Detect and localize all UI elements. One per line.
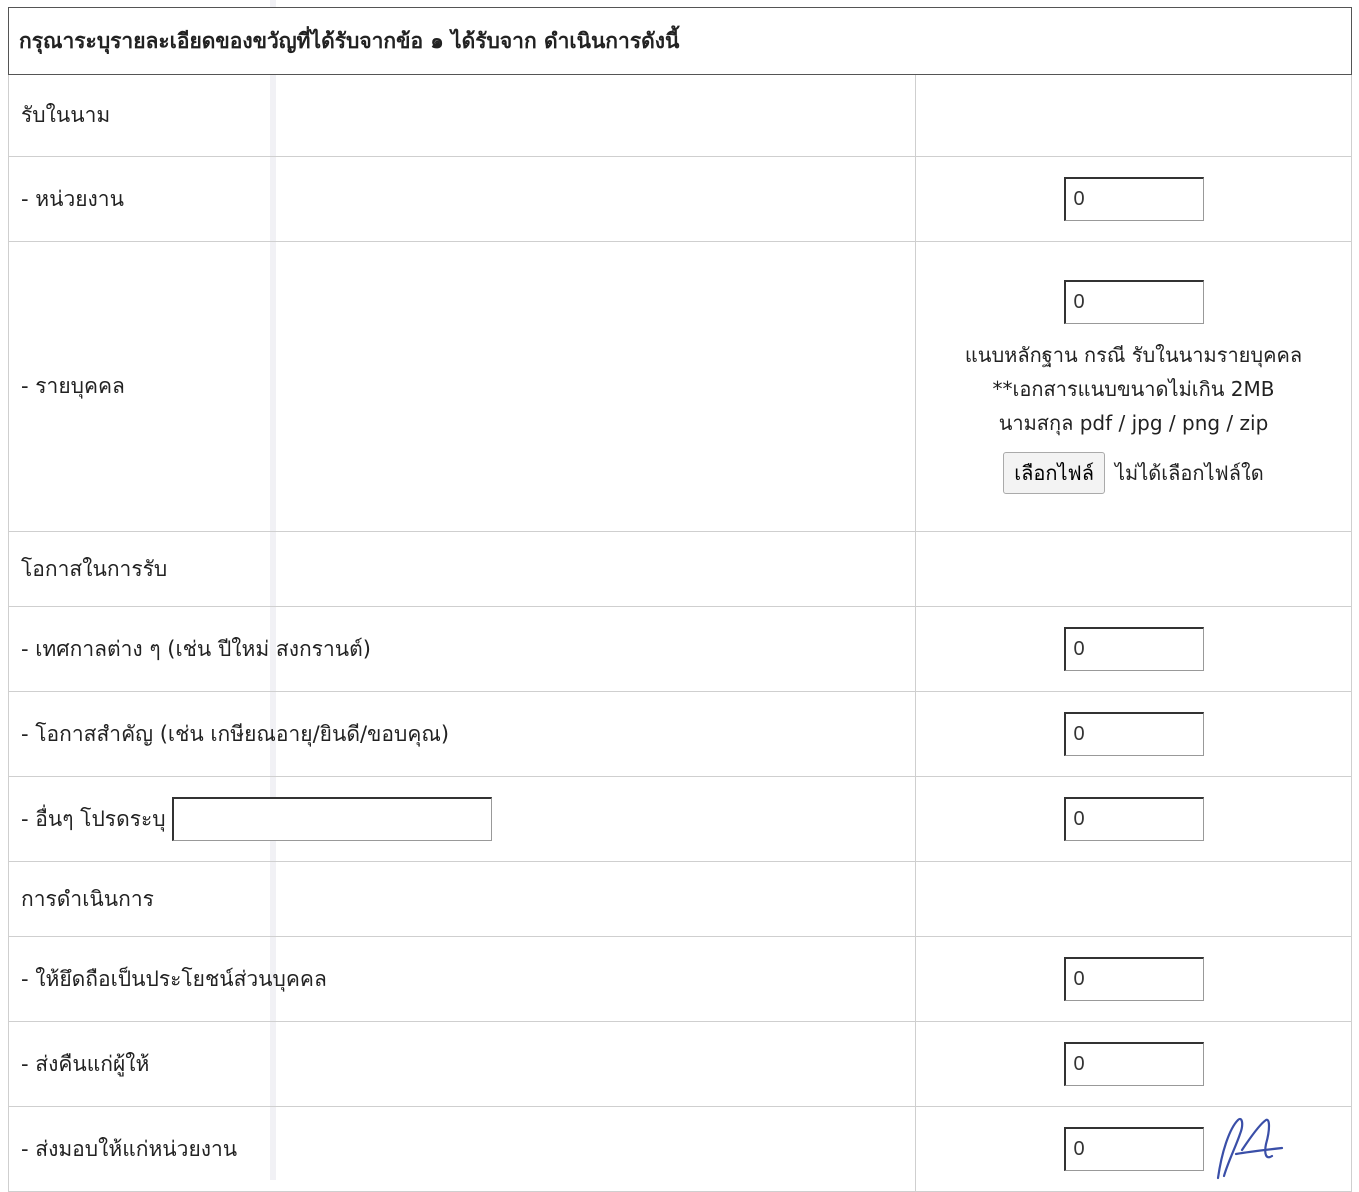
table-row-personal-benefit: - ให้ยึดถือเป็นประโยชน์ส่วนบุคคล — [8, 937, 1352, 1022]
attachment-note: แนบหลักฐาน กรณี รับในนามรายบุคคล **เอกสา… — [965, 338, 1302, 440]
row-label-cell: - ส่งคืนแก่ผู้ให้ — [8, 1022, 916, 1106]
festival-count-input[interactable] — [1063, 627, 1204, 671]
table-row-special-occasion: - โอกาสสำคัญ (เช่น เกษียณอายุ/ยินดี/ขอบค… — [8, 692, 1352, 777]
row-value-cell — [916, 862, 1352, 936]
section-label: รับในนาม — [21, 103, 111, 127]
row-value-cell — [916, 532, 1352, 606]
table-row-other: - อื่นๆ โปรดระบุ — [8, 777, 1352, 862]
choose-file-button[interactable]: เลือกไฟล์ — [1003, 451, 1105, 494]
row-label: - โอกาสสำคัญ (เช่น เกษียณอายุ/ยินดี/ขอบค… — [21, 721, 450, 746]
row-label: - ส่งมอบให้แก่หน่วยงาน — [21, 1136, 238, 1161]
row-label: - ให้ยึดถือเป็นประโยชน์ส่วนบุคคล — [21, 966, 327, 991]
row-label-cell: - หน่วยงาน — [8, 157, 916, 241]
row-label-cell: - เทศกาลต่าง ๆ (เช่น ปีใหม่ สงกรานต์) — [8, 607, 916, 691]
row-label: - เทศกาลต่าง ๆ (เช่น ปีใหม่ สงกรานต์) — [21, 636, 371, 661]
attachment-note-line-3: นามสกุล pdf / jpg / png / zip — [998, 410, 1269, 435]
special-occasion-count-input[interactable] — [1063, 712, 1204, 756]
row-label: - อื่นๆ โปรดระบุ — [21, 806, 166, 831]
row-value-cell — [916, 157, 1352, 241]
file-picker: เลือกไฟล์ ไม่ได้เลือกไฟล์ใด — [1003, 451, 1264, 494]
row-label-cell: - อื่นๆ โปรดระบุ — [8, 777, 916, 861]
return-to-giver-count-input[interactable] — [1063, 1042, 1204, 1086]
row-label: - รายบุคคล — [21, 374, 125, 398]
row-value-cell — [916, 607, 1352, 691]
table-row-deliver-to-agency: - ส่งมอบให้แก่หน่วยงาน — [8, 1107, 1352, 1192]
row-label-cell: - ให้ยึดถือเป็นประโยชน์ส่วนบุคคล — [8, 937, 916, 1021]
attachment-note-line-2: **เอกสารแนบขนาดไม่เกิน 2MB — [992, 376, 1275, 401]
row-value-cell — [916, 777, 1352, 861]
row-value-cell — [916, 937, 1352, 1021]
other-specify-input[interactable] — [171, 797, 492, 841]
table-row-return-to-giver: - ส่งคืนแก่ผู้ให้ — [8, 1022, 1352, 1107]
row-value-cell — [916, 692, 1352, 776]
row-label-cell: รับในนาม — [8, 75, 916, 156]
personal-benefit-count-input[interactable] — [1063, 957, 1204, 1001]
row-value-cell: แนบหลักฐาน กรณี รับในนามรายบุคคล **เอกสา… — [916, 242, 1352, 531]
handwritten-signature — [1216, 1117, 1284, 1180]
row-label: - หน่วยงาน — [21, 186, 124, 211]
table-row-individual: - รายบุคคล แนบหลักฐาน กรณี รับในนามรายบุ… — [8, 242, 1352, 532]
table-row-agency: - หน่วยงาน — [8, 157, 1352, 242]
form-title: กรุณาระบุรายละเอียดของขวัญที่ได้รับจากข้… — [19, 28, 680, 53]
row-label-cell: - โอกาสสำคัญ (เช่น เกษียณอายุ/ยินดี/ขอบค… — [8, 692, 916, 776]
row-value-cell — [916, 1022, 1352, 1106]
section-label: การดำเนินการ — [21, 886, 154, 911]
file-status-text: ไม่ได้เลือกไฟล์ใด — [1114, 460, 1264, 485]
agency-count-input[interactable] — [1063, 177, 1204, 221]
section-label: โอกาสในการรับ — [21, 556, 168, 581]
row-label-cell: - รายบุคคล — [8, 242, 916, 531]
attachment-note-line-1: แนบหลักฐาน กรณี รับในนามรายบุคคล — [964, 342, 1303, 367]
form-header: กรุณาระบุรายละเอียดของขวัญที่ได้รับจากข้… — [8, 7, 1352, 75]
other-count-input[interactable] — [1063, 797, 1204, 841]
deliver-to-agency-count-input[interactable] — [1063, 1127, 1204, 1171]
section-row-received-as: รับในนาม — [8, 75, 1352, 157]
row-value-cell — [916, 75, 1352, 156]
row-label-cell: โอกาสในการรับ — [8, 532, 916, 606]
gift-details-table: รับในนาม - หน่วยงาน - รายบุคคล แนบหลักฐา… — [8, 75, 1352, 1192]
row-label-cell: - ส่งมอบให้แก่หน่วยงาน — [8, 1107, 916, 1191]
table-row-festival: - เทศกาลต่าง ๆ (เช่น ปีใหม่ สงกรานต์) — [8, 607, 1352, 692]
section-row-occasion: โอกาสในการรับ — [8, 532, 1352, 607]
row-label-cell: การดำเนินการ — [8, 862, 916, 936]
section-row-action: การดำเนินการ — [8, 862, 1352, 937]
row-label: - ส่งคืนแก่ผู้ให้ — [21, 1051, 150, 1076]
individual-count-input[interactable] — [1063, 279, 1204, 324]
